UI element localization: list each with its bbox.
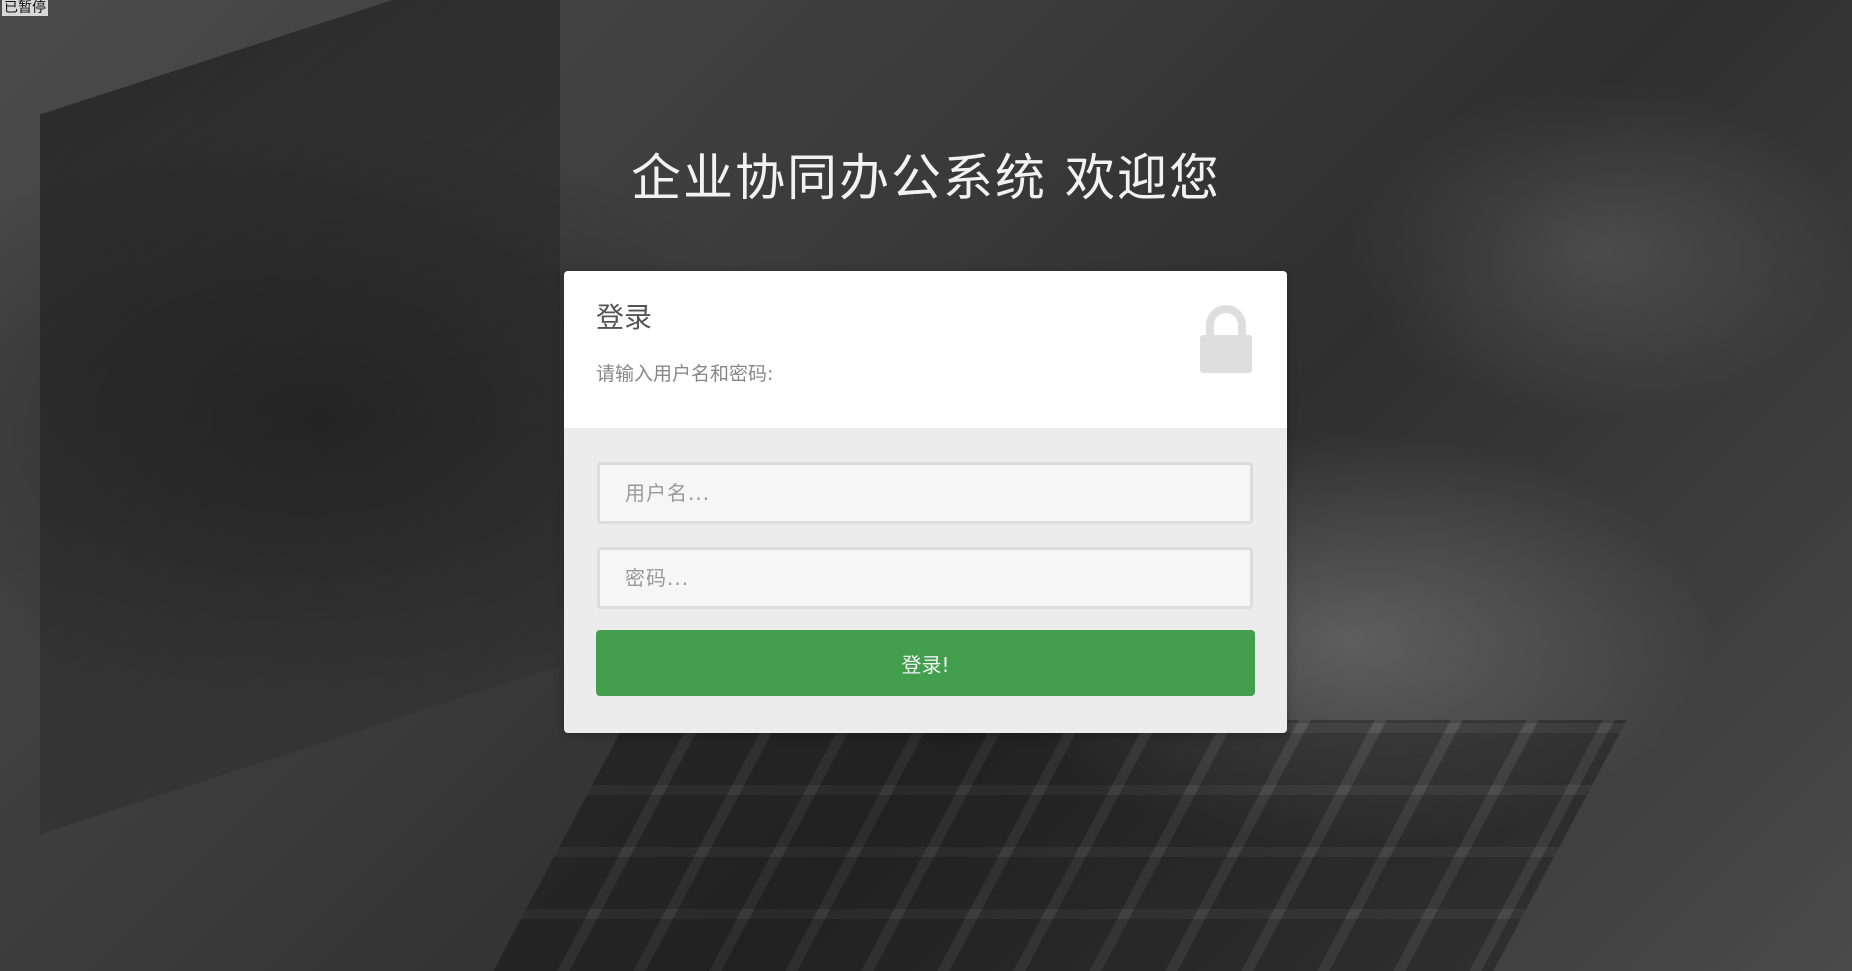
background-keyboard <box>493 720 1627 971</box>
login-instructions: 请输入用户名和密码: <box>596 363 774 385</box>
lock-icon <box>1200 305 1252 373</box>
login-button[interactable]: 登录! <box>596 630 1255 696</box>
login-card-header: 登录 请输入用户名和密码: <box>564 271 1287 428</box>
username-input[interactable] <box>597 462 1253 524</box>
login-heading: 登录 <box>596 301 653 334</box>
paused-label: 已暂停 <box>2 0 48 16</box>
password-input[interactable] <box>597 547 1253 609</box>
page-title: 企业协同办公系统 欢迎您 <box>631 149 1221 207</box>
